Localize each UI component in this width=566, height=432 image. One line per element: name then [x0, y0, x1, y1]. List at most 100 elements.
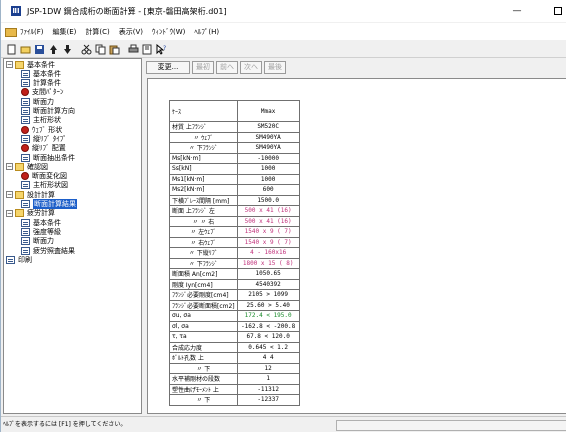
table-row: σl, σa -162.8 < -200.8: [169, 320, 300, 332]
table-row: τ, τa 67.8 < 120.0: [169, 331, 300, 343]
warning-dot-icon: [21, 144, 29, 153]
folder-icon: [15, 209, 24, 218]
table-row: 下横ﾌﾞﾚｰｽ間隔 [mm] 1500.0: [169, 194, 300, 206]
tree-item[interactable]: 基本条件: [21, 69, 61, 78]
row-label: 〃 下縦ﾘﾌﾞ: [169, 247, 238, 259]
row-label: Ms2[kN·m]: [169, 184, 238, 196]
row-label: σl, σa: [169, 320, 238, 332]
section-calculation-table: ｹｰｽ Mmax 材質 上ﾌﾗﾝｼﾞ SM520C 〃 ｳｪﾌﾞ SM490YA 〃 下ﾌﾗ…: [169, 100, 300, 406]
status-text: ﾍﾙﾌﾟを表示するには [F1] を押してください。: [3, 421, 127, 428]
last-button[interactable]: 最後: [264, 60, 286, 74]
document-icon: [21, 227, 30, 236]
tree-item[interactable]: 支間ﾊﾟﾀｰﾝ: [21, 88, 64, 97]
tree-item[interactable]: 疲労照査結果: [21, 246, 75, 255]
tree-item[interactable]: 計算条件: [21, 79, 61, 88]
save-icon[interactable]: [33, 43, 46, 56]
tree-item[interactable]: 断面計算結果: [21, 199, 77, 209]
collapse-icon[interactable]: −: [6, 61, 13, 68]
row-value: 172.4 < 195.0: [236, 310, 300, 322]
tree-item[interactable]: 強度等級: [21, 227, 61, 236]
prev-button[interactable]: 前へ: [216, 60, 238, 74]
document-icon: [21, 97, 30, 106]
collapse-icon[interactable]: −: [6, 209, 13, 217]
navigation-tree[interactable]: − 基本条件 基本条件 計算条件 支間ﾊﾟﾀｰﾝ 断面力 断面計算方向 主桁形状 ｳｪﾌﾞ 形状…: [3, 58, 142, 414]
tree-item[interactable]: 断面力: [21, 237, 54, 246]
warning-dot-icon: [21, 88, 29, 97]
menu-view[interactable]: 表示(V): [119, 27, 143, 37]
tree-item[interactable]: 主桁形状図: [21, 181, 68, 190]
maximize-icon: [554, 7, 562, 15]
row-value: 1000: [236, 163, 300, 175]
row-value: SM490YA: [236, 142, 300, 154]
row-value: 4540392: [236, 278, 300, 290]
row-label: 剛度 Iyn[cm4]: [169, 278, 238, 290]
result-table-area[interactable]: ｹｰｽ Mmax 材質 上ﾌﾗﾝｼﾞ SM520C 〃 ｳｪﾌﾞ SM490YA 〃 下ﾌﾗ…: [147, 78, 566, 414]
table-row: 材質 上ﾌﾗﾝｼﾞ SM520C: [169, 121, 300, 133]
tree-item-label: 印刷: [18, 255, 32, 264]
tree-item[interactable]: − 設計計算: [6, 190, 55, 199]
tree-item[interactable]: ｳｪﾌﾞ 形状: [21, 125, 62, 134]
tree-item[interactable]: 主桁形状: [21, 116, 61, 125]
row-value: 1000: [236, 173, 300, 185]
folder-icon: [15, 60, 24, 69]
tree-item[interactable]: − 疲労計算: [6, 209, 55, 218]
change-button[interactable]: 変更...: [146, 60, 190, 74]
svg-text:?: ?: [163, 45, 166, 52]
row-value: -12337: [236, 394, 300, 406]
minimize-button[interactable]: —: [509, 4, 525, 18]
menu-calc[interactable]: 計算(C): [85, 27, 109, 37]
maximize-button[interactable]: [550, 4, 566, 18]
first-button[interactable]: 最初: [192, 60, 214, 74]
row-value: 500 x 41 (16): [236, 215, 300, 227]
tree-item[interactable]: 印刷: [6, 255, 32, 264]
arrow-up-icon[interactable]: [47, 43, 60, 56]
row-value: 4 4: [236, 352, 300, 364]
menu-window[interactable]: ｳｨﾝﾄﾞｳ(W): [152, 27, 185, 37]
row-value: 1540 x 9 ( 7): [236, 226, 300, 238]
tree-item[interactable]: 断面計算方向: [21, 107, 75, 116]
document-icon: [21, 200, 30, 208]
arrow-down-icon[interactable]: [61, 43, 74, 56]
menu-file[interactable]: ﾌｧｲﾙ(F): [20, 27, 44, 37]
table-row: 〃 下ﾌﾗﾝｼﾞ 1800 x 15 ( 8): [169, 257, 300, 269]
document-menu-icon[interactable]: [4, 26, 17, 37]
menu-edit[interactable]: 編集(E): [53, 27, 77, 37]
table-row: 〃 右ｳｪﾌﾞ 1540 x 9 ( 7): [169, 236, 300, 248]
paste-icon[interactable]: [108, 43, 121, 56]
copy-icon[interactable]: [94, 43, 107, 56]
title-bar[interactable]: ⅡⅠ JSP-1DW 鋼合成桁の断面計算 - [東京-磐田高架桁.d01] —: [1, 0, 566, 22]
tree-item[interactable]: − 確認図: [6, 162, 48, 171]
row-value: 25.60 > 5.40: [236, 299, 300, 311]
folder-icon: [15, 190, 24, 199]
app-icon: ⅡⅠ: [11, 6, 21, 16]
print-preview-icon[interactable]: [141, 43, 154, 56]
document-icon: [21, 237, 30, 246]
open-folder-icon[interactable]: [19, 43, 32, 56]
row-label: Ms[kN·m]: [169, 152, 238, 164]
tree-item[interactable]: − 基本条件: [6, 60, 55, 69]
collapse-icon[interactable]: −: [6, 163, 13, 171]
document-icon: [21, 218, 30, 227]
tree-item[interactable]: 断面抽出条件: [21, 153, 75, 162]
cut-icon[interactable]: [80, 43, 93, 56]
print-icon[interactable]: [127, 43, 140, 56]
menu-help[interactable]: ﾍﾙﾌﾟ(H): [194, 27, 219, 37]
tree-item[interactable]: 断面力: [21, 97, 54, 106]
help-icon[interactable]: ?: [155, 43, 168, 56]
new-file-icon[interactable]: [5, 43, 18, 56]
table-row: 〃 下縦ﾘﾌﾞ 4 - 160x16: [169, 247, 300, 259]
table-row: 水平補剛材の段数 1: [169, 373, 300, 385]
collapse-icon[interactable]: −: [6, 191, 13, 199]
table-row: 塑性曲げﾓｰﾒﾝﾄ 上 -11312: [169, 383, 300, 395]
row-label: 塑性曲げﾓｰﾒﾝﾄ 上: [169, 383, 238, 395]
tree-item[interactable]: 縦ﾘﾌﾞ ﾀｲﾌﾟ: [21, 134, 67, 143]
tree-item[interactable]: 縦ﾘﾌﾞ 配置: [21, 144, 66, 153]
table-row: Ms[kN·m] -10000: [169, 152, 300, 164]
table-row: Ms2[kN·m] 600: [169, 184, 300, 196]
row-label: σu, σa: [169, 310, 238, 322]
tree-item[interactable]: 断面変化図: [21, 172, 67, 181]
case-value-header: Mmax: [236, 100, 300, 122]
row-label: ﾎﾞﾙﾄ孔数 上: [169, 352, 238, 364]
tree-item[interactable]: 基本条件: [21, 218, 61, 227]
next-button[interactable]: 次へ: [240, 60, 262, 74]
